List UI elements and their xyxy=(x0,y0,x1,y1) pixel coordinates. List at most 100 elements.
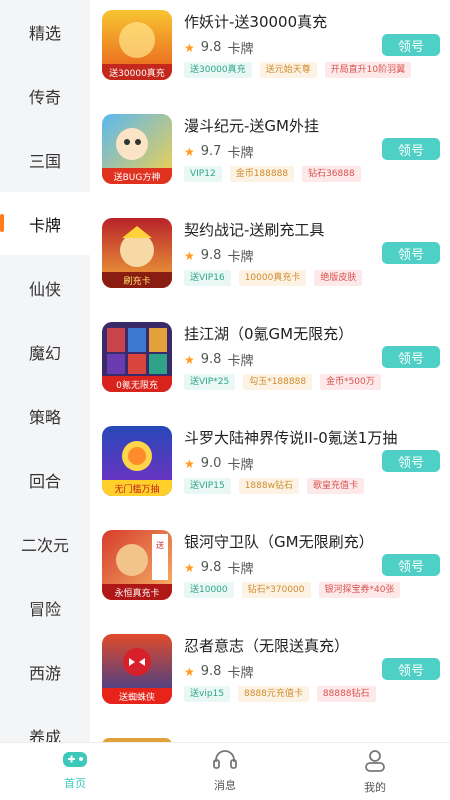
tag-badge: 绝版皮肤 xyxy=(314,270,363,286)
tag-badge: 88888钻石 xyxy=(316,686,376,702)
tag-badge: 送VIP*25 xyxy=(184,374,236,390)
game-thumbnail[interactable]: 刷充卡 xyxy=(102,218,172,288)
game-list: 送30000真充 作妖计-送30000真充 ★ 9.8 卡牌 领号 送30000真充… xyxy=(90,0,450,742)
game-thumbnail[interactable]: 送BUG方神 xyxy=(102,114,172,184)
game-row-partial[interactable] xyxy=(90,728,450,742)
thumbnail-caption: 永恒真充卡 xyxy=(114,587,159,599)
game-tags: 送VIP16 10000真充卡 绝版皮肤 xyxy=(184,270,370,286)
game-rating: ★ 9.8 卡牌 xyxy=(184,558,253,577)
svg-text:送: 送 xyxy=(156,540,164,550)
thumbnail-caption: 无门槛万抽 xyxy=(114,483,159,495)
game-thumbnail[interactable]: 送永恒真充卡 xyxy=(102,530,172,600)
star-icon: ★ xyxy=(184,560,195,575)
category-jingxuan[interactable]: 精选 xyxy=(0,0,90,63)
game-score: 9.0 xyxy=(200,456,222,471)
game-tags: 送30000真充 送元始天尊 开局直升10阶羽翼 xyxy=(184,62,419,78)
category-label: 精选 xyxy=(28,23,61,43)
tag-badge: VIP12 xyxy=(184,166,222,182)
game-rating: ★ 9.8 卡牌 xyxy=(184,350,253,369)
category-label: 卡牌 xyxy=(28,215,61,235)
game-rating: ★ 9.8 卡牌 xyxy=(184,662,253,681)
user-icon xyxy=(365,750,385,772)
game-score: 9.8 xyxy=(200,664,222,679)
claim-button[interactable]: 领号 xyxy=(382,242,440,264)
star-icon: ★ xyxy=(184,144,195,159)
category-xianxia[interactable]: 仙侠 xyxy=(0,256,90,319)
tag-badge: 送元始天尊 xyxy=(259,62,317,78)
tag-badge: 送vip15 xyxy=(184,686,230,702)
claim-button[interactable]: 领号 xyxy=(382,138,440,160)
claim-button[interactable]: 领号 xyxy=(382,554,440,576)
category-label: 策略 xyxy=(28,407,61,427)
category-label: 二次元 xyxy=(20,535,69,555)
category-mohuan[interactable]: 魔幻 xyxy=(0,320,90,383)
star-icon: ★ xyxy=(184,456,195,471)
game-score: 9.7 xyxy=(200,144,222,159)
category-label: 仙侠 xyxy=(28,279,61,299)
gamepad-icon xyxy=(63,752,87,767)
tag-badge: 8888元充值卡 xyxy=(238,686,309,702)
category-maoxian[interactable]: 冒险 xyxy=(0,576,90,639)
category-sidebar: 精选 传奇 三国 卡牌 仙侠 魔幻 策略 回合 二次元 冒险 西游 养成 xyxy=(0,0,90,742)
category-label: 传奇 xyxy=(28,87,61,107)
game-type: 卡牌 xyxy=(227,562,254,577)
game-score: 9.8 xyxy=(200,352,222,367)
thumbnail-caption: 0氪无限充 xyxy=(116,379,158,391)
claim-button[interactable]: 领号 xyxy=(382,450,440,472)
game-thumbnail[interactable]: 送30000真充 xyxy=(102,10,172,80)
game-tags: 送VIP*25 勾玉*188888 金币*500万 xyxy=(184,374,389,390)
game-title: 漫斗纪元-送GM外挂 xyxy=(184,117,319,135)
game-rating: ★ 9.8 卡牌 xyxy=(184,246,253,265)
tag-badge: 钻石*370000 xyxy=(241,582,311,598)
game-type: 卡牌 xyxy=(227,666,254,681)
category-huihe[interactable]: 回合 xyxy=(0,448,90,511)
category-yangcheng[interactable]: 养成 xyxy=(0,704,90,742)
game-score: 9.8 xyxy=(200,248,222,263)
star-icon: ★ xyxy=(184,664,195,679)
game-row[interactable]: 送BUG方神 漫斗纪元-送GM外挂 ★ 9.7 卡牌 领号 VIP12 金币1888… xyxy=(90,104,450,207)
game-type: 卡牌 xyxy=(227,146,254,161)
thumbnail-caption: 刷充卡 xyxy=(123,275,150,287)
game-type: 卡牌 xyxy=(227,458,254,473)
category-erciyuan[interactable]: 二次元 xyxy=(0,512,90,575)
claim-button[interactable]: 领号 xyxy=(382,658,440,680)
tag-badge: 开局直升10阶羽翼 xyxy=(324,62,412,78)
category-label: 魔幻 xyxy=(28,343,61,363)
active-indicator xyxy=(0,214,4,232)
category-label: 养成 xyxy=(28,728,61,742)
claim-button[interactable]: 领号 xyxy=(382,34,440,56)
category-xiyou[interactable]: 西游 xyxy=(0,640,90,703)
thumbnail-caption: 送BUG方神 xyxy=(114,171,161,183)
category-celue[interactable]: 策略 xyxy=(0,384,90,447)
game-score: 9.8 xyxy=(200,560,222,575)
category-kapai[interactable]: 卡牌 xyxy=(0,192,90,255)
game-tags: VIP12 金币188888 钻石36888 xyxy=(184,166,369,182)
category-sanguo[interactable]: 三国 xyxy=(0,128,90,191)
category-label: 三国 xyxy=(28,151,61,171)
game-tags: 送10000 钻石*370000 银河探宝券*40张 xyxy=(184,582,408,598)
nav-home[interactable]: 首页 xyxy=(0,743,150,800)
star-icon: ★ xyxy=(184,352,195,367)
game-thumbnail[interactable]: 0氪无限充 xyxy=(102,322,172,392)
game-row[interactable]: 刷充卡 契约战记-送刷充工具 ★ 9.8 卡牌 领号 送VIP16 10000真充卡… xyxy=(90,208,450,311)
game-thumbnail[interactable]: 无门槛万抽 xyxy=(102,426,172,496)
category-label: 回合 xyxy=(28,471,61,491)
game-row[interactable]: 送蜘蛛侠 忍者意志（无限送真充） ★ 9.8 卡牌 领号 送vip15 8888元充… xyxy=(90,624,450,727)
game-type: 卡牌 xyxy=(227,42,254,57)
category-chuanqi[interactable]: 传奇 xyxy=(0,64,90,127)
category-label: 冒险 xyxy=(28,599,61,619)
thumbnail-caption: 送30000真充 xyxy=(109,67,165,79)
game-row[interactable]: 无门槛万抽 斗罗大陆神界传说II-0氪送1万抽 ★ 9.0 卡牌 领号 送VIP15… xyxy=(90,416,450,519)
claim-button[interactable]: 领号 xyxy=(382,346,440,368)
game-thumbnail[interactable]: 送蜘蛛侠 xyxy=(102,634,172,704)
nav-profile[interactable]: 我的 xyxy=(300,743,450,800)
game-title: 作妖计-送30000真充 xyxy=(184,13,328,31)
game-title: 忍者意志（无限送真充） xyxy=(184,637,350,655)
tag-badge: 银河探宝券*40张 xyxy=(318,582,401,598)
tag-badge: 金币*500万 xyxy=(320,374,381,390)
game-row[interactable]: 送永恒真充卡 银河守卫队（GM无限刷充） ★ 9.8 卡牌 领号 送10000 钻石… xyxy=(90,520,450,623)
nav-messages[interactable]: 消息 xyxy=(150,743,300,800)
game-row[interactable]: 送30000真充 作妖计-送30000真充 ★ 9.8 卡牌 领号 送30000真充… xyxy=(90,0,450,103)
game-row[interactable]: 0氪无限充 挂江湖（0氪GM无限充） ★ 9.8 卡牌 领号 送VIP*25 勾玉*… xyxy=(90,312,450,415)
nav-label: 首页 xyxy=(64,777,86,790)
